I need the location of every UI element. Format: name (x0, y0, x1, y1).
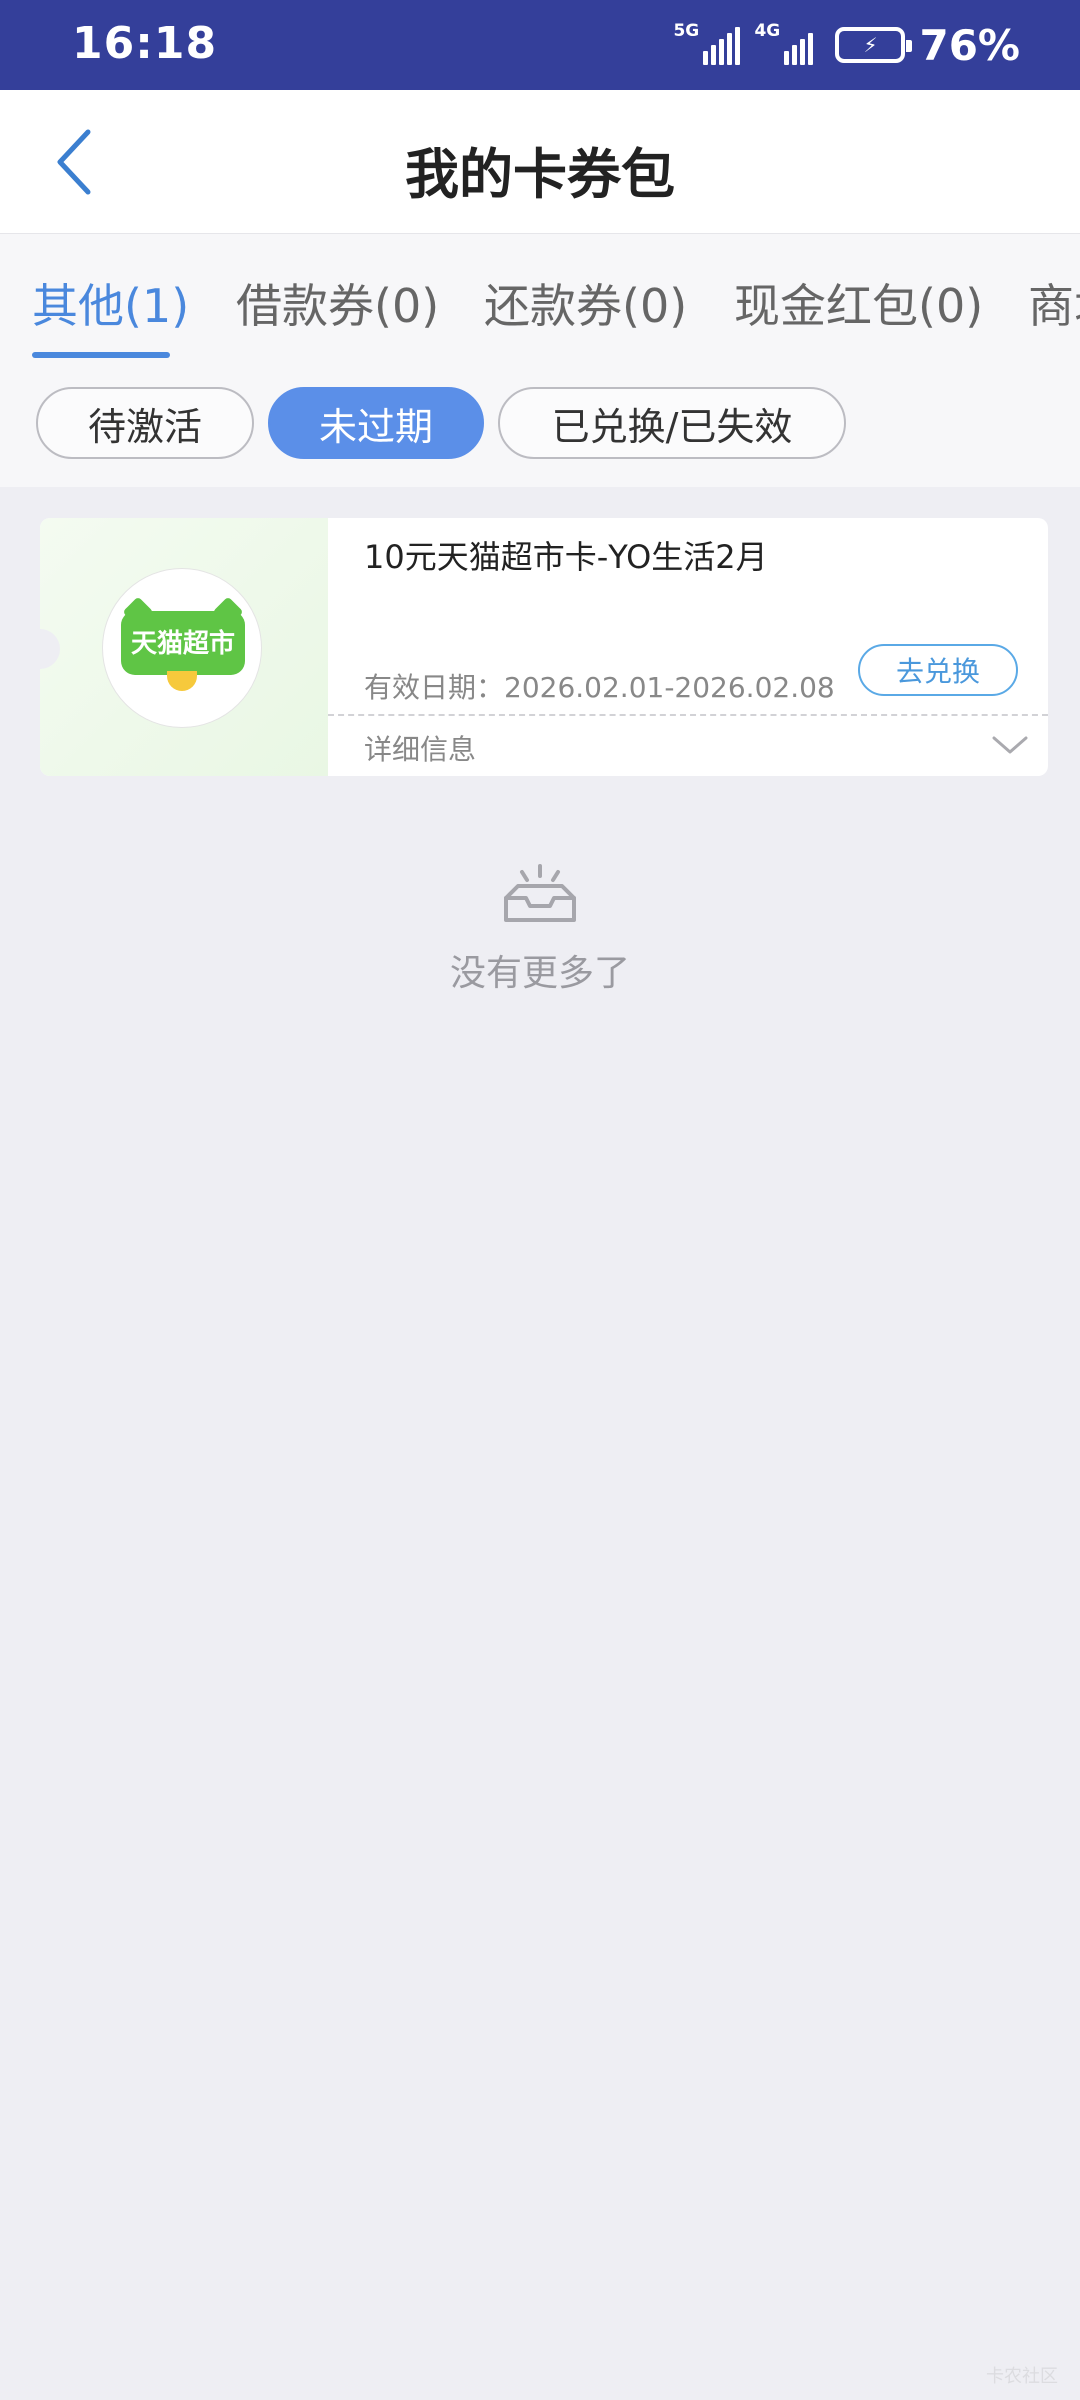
empty-tray-icon (504, 864, 576, 922)
app-header: 我的卡券包 (0, 90, 1080, 234)
coupon-info: 10元天猫超市卡-YO生活2月 有效日期：2026.02.01-2026.02.… (328, 518, 1048, 776)
tab-loan-coupon[interactable]: 借款券(0) (236, 270, 439, 336)
charging-icon: ⚡ (863, 33, 878, 57)
signal-5g-icon: 5G (673, 21, 741, 65)
filter-pending-activation[interactable]: 待激活 (36, 387, 254, 459)
signal-4g-icon: 4G (754, 21, 814, 65)
detail-info-toggle[interactable]: 详细信息 (328, 716, 1048, 776)
coupon-logo-area: 天猫超市 (40, 518, 328, 776)
battery-icon: ⚡ (835, 27, 913, 63)
watermark: 卡农社区 (986, 2366, 1058, 2387)
tmall-supermarket-logo: 天猫超市 (102, 568, 262, 728)
filter-not-expired[interactable]: 未过期 (268, 387, 484, 459)
category-tabs: 其他(1) 借款券(0) 还款券(0) 现金红包(0) 商城 (0, 234, 1080, 364)
filter-redeemed-expired[interactable]: 已兑换/已失效 (498, 387, 846, 459)
tab-cash-red-packet[interactable]: 现金红包(0) (734, 270, 983, 336)
tab-other[interactable]: 其他(1) (32, 270, 189, 336)
empty-state-text: 没有更多了 (449, 953, 630, 994)
status-bar: 16:18 5G 4G ⚡ 76% (0, 0, 1080, 90)
coupon-validity: 有效日期：2026.02.01-2026.02.08 (364, 671, 835, 704)
status-time: 16:18 (72, 18, 218, 69)
tabs-area: 其他(1) 借款券(0) 还款券(0) 现金红包(0) 商城 待激活 未过期 已… (0, 234, 1080, 487)
ticket-notch (40, 629, 60, 669)
coupon-card[interactable]: 天猫超市 10元天猫超市卡-YO生活2月 有效日期：2026.02.01-202… (40, 518, 1048, 776)
network-type-5g: 5G (673, 21, 700, 41)
battery-percent: 76% (919, 20, 1020, 70)
page-title: 我的卡券包 (405, 143, 675, 206)
coupon-title: 10元天猫超市卡-YO生活2月 (364, 538, 768, 576)
logo-smile-icon (167, 671, 197, 691)
detail-info-label: 详细信息 (364, 733, 477, 766)
network-type-4g: 4G (754, 21, 781, 41)
active-tab-indicator (32, 352, 170, 358)
logo-text: 天猫超市 (130, 629, 235, 659)
tab-repayment-coupon[interactable]: 还款券(0) (484, 270, 687, 336)
tab-mall[interactable]: 商城 (1028, 270, 1080, 336)
redeem-button[interactable]: 去兑换 (858, 644, 1018, 696)
chevron-down-icon (992, 736, 1028, 754)
status-indicators: 5G 4G ⚡ 76% (665, 20, 1020, 70)
tmall-cat-icon: 天猫超市 (121, 596, 245, 675)
